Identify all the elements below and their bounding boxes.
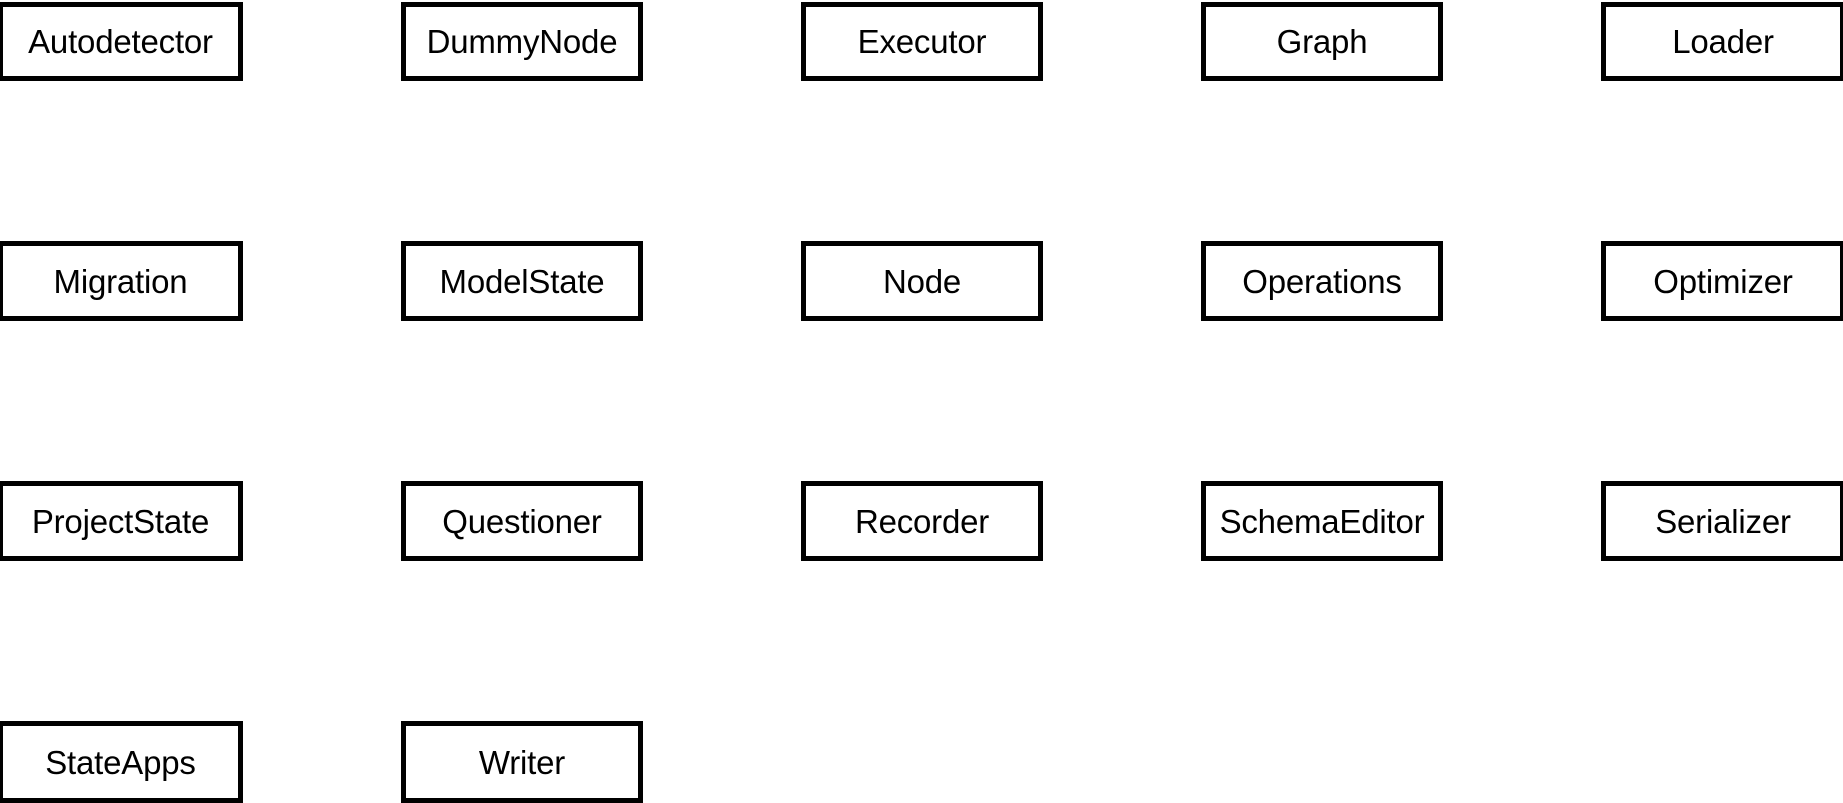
class-node-label: Graph [1276, 23, 1368, 60]
class-node-label: Writer [478, 743, 566, 781]
class-node-label: Autodetector [28, 23, 213, 60]
class-node-modelstate[interactable]: ModelState [401, 241, 643, 321]
class-node-executor[interactable]: Executor [801, 2, 1043, 81]
class-node-label: StateApps [45, 743, 196, 781]
class-node-label: Executor [857, 23, 987, 60]
class-node-label: Questioner [442, 502, 602, 540]
class-node-label: ProjectState [31, 502, 210, 540]
class-node-label: SchemaEditor [1219, 502, 1425, 540]
class-node-label: Serializer [1655, 502, 1791, 540]
class-node-label: Operations [1242, 262, 1402, 300]
class-node-stateapps[interactable]: StateApps [0, 721, 243, 803]
class-node-graph[interactable]: Graph [1201, 2, 1443, 81]
class-node-autodetector[interactable]: Autodetector [0, 2, 243, 81]
class-node-label: Optimizer [1653, 262, 1793, 300]
class-node-optimizer[interactable]: Optimizer [1601, 241, 1843, 321]
class-node-label: ModelState [439, 262, 605, 300]
class-node-loader[interactable]: Loader [1601, 2, 1843, 81]
class-node-writer[interactable]: Writer [401, 721, 643, 803]
class-node-migration[interactable]: Migration [0, 241, 243, 321]
class-node-label: DummyNode [426, 23, 618, 60]
class-node-dummynode[interactable]: DummyNode [401, 2, 643, 81]
class-diagram-canvas: Autodetector DummyNode Executor Graph Loader… [0, 0, 1843, 803]
class-node-operations[interactable]: Operations [1201, 241, 1443, 321]
class-node-label: Recorder [854, 502, 990, 540]
class-node-label: Loader [1672, 23, 1774, 60]
class-node-node[interactable]: Node [801, 241, 1043, 321]
class-node-projectstate[interactable]: ProjectState [0, 481, 243, 561]
class-node-label: Migration [53, 262, 188, 300]
class-node-schemaeditor[interactable]: SchemaEditor [1201, 481, 1443, 561]
class-node-questioner[interactable]: Questioner [401, 481, 643, 561]
class-node-serializer[interactable]: Serializer [1601, 481, 1843, 561]
class-node-recorder[interactable]: Recorder [801, 481, 1043, 561]
class-node-label: Node [882, 262, 962, 300]
